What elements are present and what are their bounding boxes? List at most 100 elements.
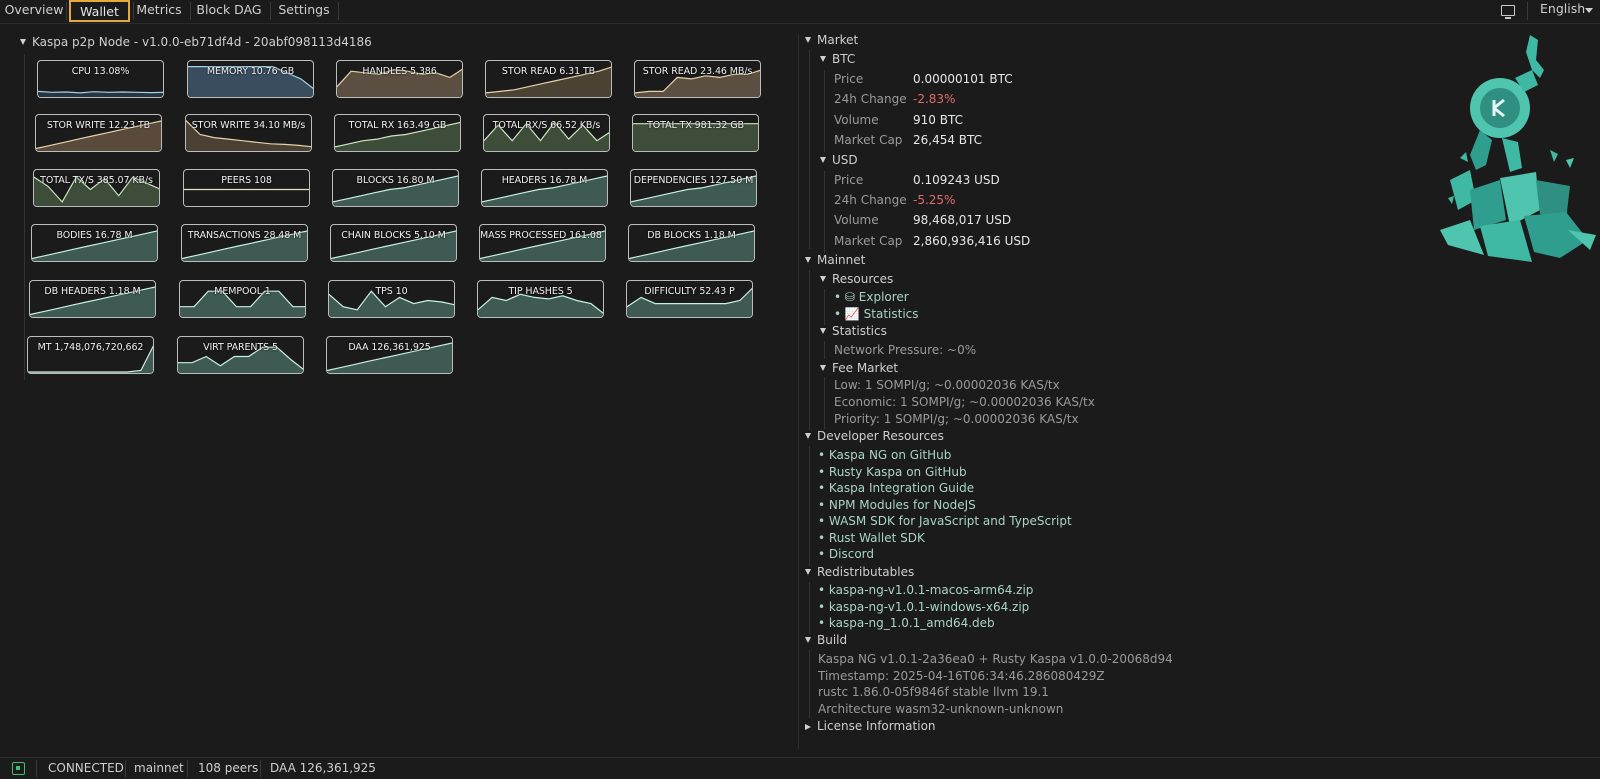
metric-card[interactable]: STOR READ 6.31 TB: [485, 60, 612, 98]
metric-card[interactable]: STOR WRITE 34.10 MB/s: [185, 114, 312, 152]
metric-card[interactable]: PEERS 108: [183, 169, 310, 207]
metric-card[interactable]: MEMORY 10.76 GB: [187, 60, 314, 98]
metric-card[interactable]: CHAIN BLOCKS 5.10 M: [330, 224, 457, 262]
metric-label: PEERS 108: [221, 175, 272, 186]
metric-label: CHAIN BLOCKS 5.10 M: [341, 230, 446, 241]
node-title[interactable]: Kaspa p2p Node - v1.0.0-eb71df4d - 20abf…: [20, 35, 372, 49]
expand-triangle-icon: [805, 433, 811, 439]
tab-overview[interactable]: Overview: [4, 0, 64, 22]
top-separator: [1527, 2, 1528, 20]
usd-price-label: Price: [834, 173, 864, 187]
section-resources[interactable]: Resources: [820, 272, 893, 286]
dev-link[interactable]: • Kaspa Integration Guide: [818, 481, 974, 495]
tree-guide-line: [809, 446, 810, 566]
expand-triangle-icon: [820, 276, 826, 282]
metric-label: TIP HASHES 5: [508, 286, 573, 297]
dev-link[interactable]: • Rusty Kaspa on GitHub: [818, 465, 967, 479]
metric-card[interactable]: TPS 10: [328, 280, 455, 318]
dev-link[interactable]: • WASM SDK for JavaScript and TypeScript: [818, 514, 1072, 528]
tab-metrics[interactable]: Metrics: [136, 0, 182, 22]
tree-guide-line: [824, 341, 825, 359]
tree-guide-line: [809, 50, 810, 249]
expand-triangle-icon: [820, 328, 826, 334]
status-bar: CONNECTED mainnet 108 peers DAA 126,361,…: [0, 757, 1600, 779]
statistics-link[interactable]: • 📈 Statistics: [834, 307, 919, 321]
metric-label: DB BLOCKS 1.18 M: [647, 230, 736, 241]
section-statistics[interactable]: Statistics: [820, 324, 887, 338]
section-redistributables[interactable]: Redistributables: [805, 565, 914, 579]
tab-settings[interactable]: Settings: [275, 0, 333, 22]
dev-link[interactable]: • NPM Modules for NodeJS: [818, 498, 976, 512]
section-mainnet[interactable]: Mainnet: [805, 253, 865, 267]
dev-link[interactable]: • Rust Wallet SDK: [818, 531, 925, 545]
metric-card[interactable]: STOR WRITE 12.23 TB: [35, 114, 162, 152]
btc-change-value: -2.83%: [913, 92, 956, 106]
metric-card[interactable]: TRANSACTIONS 28.48 M: [181, 224, 308, 262]
connection-status: CONNECTED: [48, 761, 124, 775]
metric-card[interactable]: DB BLOCKS 1.18 M: [628, 224, 755, 262]
usd-change-value: -5.25%: [913, 193, 956, 207]
metric-card[interactable]: DAA 126,361,925: [326, 336, 453, 374]
metric-card[interactable]: STOR READ 23.46 MB/s: [634, 60, 761, 98]
fee-low: Low: 1 SOMPI/g; ~0.00002036 KAS/tx: [834, 378, 1060, 392]
metric-card[interactable]: TOTAL TX/S 385.07 KB/s: [33, 169, 160, 207]
fee-priority: Priority: 1 SOMPI/g; ~0.00002036 KAS/tx: [834, 412, 1079, 426]
metric-card[interactable]: HANDLES 5,386: [336, 60, 463, 98]
metric-card[interactable]: BODIES 16.78 M: [31, 224, 158, 262]
section-license[interactable]: License Information: [805, 719, 936, 733]
build-architecture: Architecture wasm32-unknown-unknown: [818, 702, 1064, 716]
tab-separator: [190, 2, 191, 20]
download-link[interactable]: • kaspa-ng-v1.0.1-windows-x64.zip: [818, 600, 1029, 614]
expand-triangle-icon: [805, 37, 811, 43]
dev-link[interactable]: • Kaspa NG on GitHub: [818, 448, 951, 462]
metric-label: DAA 126,361,925: [348, 342, 431, 353]
language-selector[interactable]: English: [1540, 1, 1585, 16]
monitor-icon[interactable]: [1501, 5, 1515, 19]
section-build[interactable]: Build: [805, 633, 847, 647]
section-market[interactable]: Market: [805, 33, 858, 47]
metric-card[interactable]: CPU 13.08%: [37, 60, 164, 98]
tree-guide-line: [824, 289, 825, 325]
btc-marketcap-label: Market Cap: [834, 133, 903, 147]
metric-label: TOTAL TX/S 385.07 KB/s: [40, 175, 153, 186]
metric-card[interactable]: TOTAL RX/S 66.52 KB/s: [483, 114, 610, 152]
metric-label: STOR READ 6.31 TB: [501, 66, 596, 77]
metric-label: BODIES 16.78 M: [56, 230, 133, 241]
build-timestamp: Timestamp: 2025-04-16T06:34:46.286080429…: [818, 669, 1105, 683]
metric-card[interactable]: MT 1,748,076,720,662: [27, 336, 154, 374]
metric-label: CPU 13.08%: [71, 66, 130, 77]
status-separator: [125, 760, 126, 777]
metric-label: MEMORY 10.76 GB: [206, 66, 295, 77]
section-fee-market[interactable]: Fee Market: [820, 361, 898, 375]
status-separator: [36, 760, 37, 777]
metric-card[interactable]: DEPENDENCIES 127.50 M: [630, 169, 757, 207]
top-nav-bar: Overview Wallet Metrics Block DAG Settin…: [0, 0, 1600, 24]
metric-card[interactable]: TOTAL RX 163.49 GB: [334, 114, 461, 152]
section-developer-resources[interactable]: Developer Resources: [805, 429, 944, 443]
section-usd[interactable]: USD: [820, 153, 858, 167]
metric-card[interactable]: TOTAL TX 981.32 GB: [632, 114, 759, 152]
metric-card[interactable]: MEMPOOL 1: [179, 280, 306, 318]
btc-change-label: 24h Change: [834, 92, 907, 106]
metric-label: TOTAL TX 981.32 GB: [647, 120, 744, 131]
tree-guide-line: [809, 582, 810, 634]
download-link[interactable]: • kaspa-ng_1.0.1_amd64.deb: [818, 616, 995, 630]
metric-card[interactable]: DB HEADERS 1.18 M: [29, 280, 156, 318]
download-link[interactable]: • kaspa-ng-v1.0.1-macos-arm64.zip: [818, 583, 1033, 597]
metric-card[interactable]: DIFFICULTY 52.43 P: [626, 280, 753, 318]
section-btc[interactable]: BTC: [820, 52, 855, 66]
expand-triangle-icon: [820, 56, 826, 62]
metric-card[interactable]: TIP HASHES 5: [477, 280, 604, 318]
metric-label: VIRT PARENTS 5: [203, 342, 278, 353]
tab-block-dag[interactable]: Block DAG: [194, 0, 264, 22]
metric-card[interactable]: MASS PROCESSED 161.08 G: [479, 224, 606, 262]
metric-card[interactable]: HEADERS 16.78 M: [481, 169, 608, 207]
dev-link[interactable]: • Discord: [818, 547, 874, 561]
metric-card[interactable]: VIRT PARENTS 5: [177, 336, 304, 374]
metric-label: TPS 10: [375, 286, 408, 297]
chevron-down-icon[interactable]: [1585, 8, 1593, 13]
tree-guide-line: [824, 70, 825, 152]
explorer-link[interactable]: • ⛁ Explorer: [834, 290, 909, 304]
tab-wallet[interactable]: Wallet: [69, 0, 130, 22]
metric-card[interactable]: BLOCKS 16.80 M: [332, 169, 459, 207]
